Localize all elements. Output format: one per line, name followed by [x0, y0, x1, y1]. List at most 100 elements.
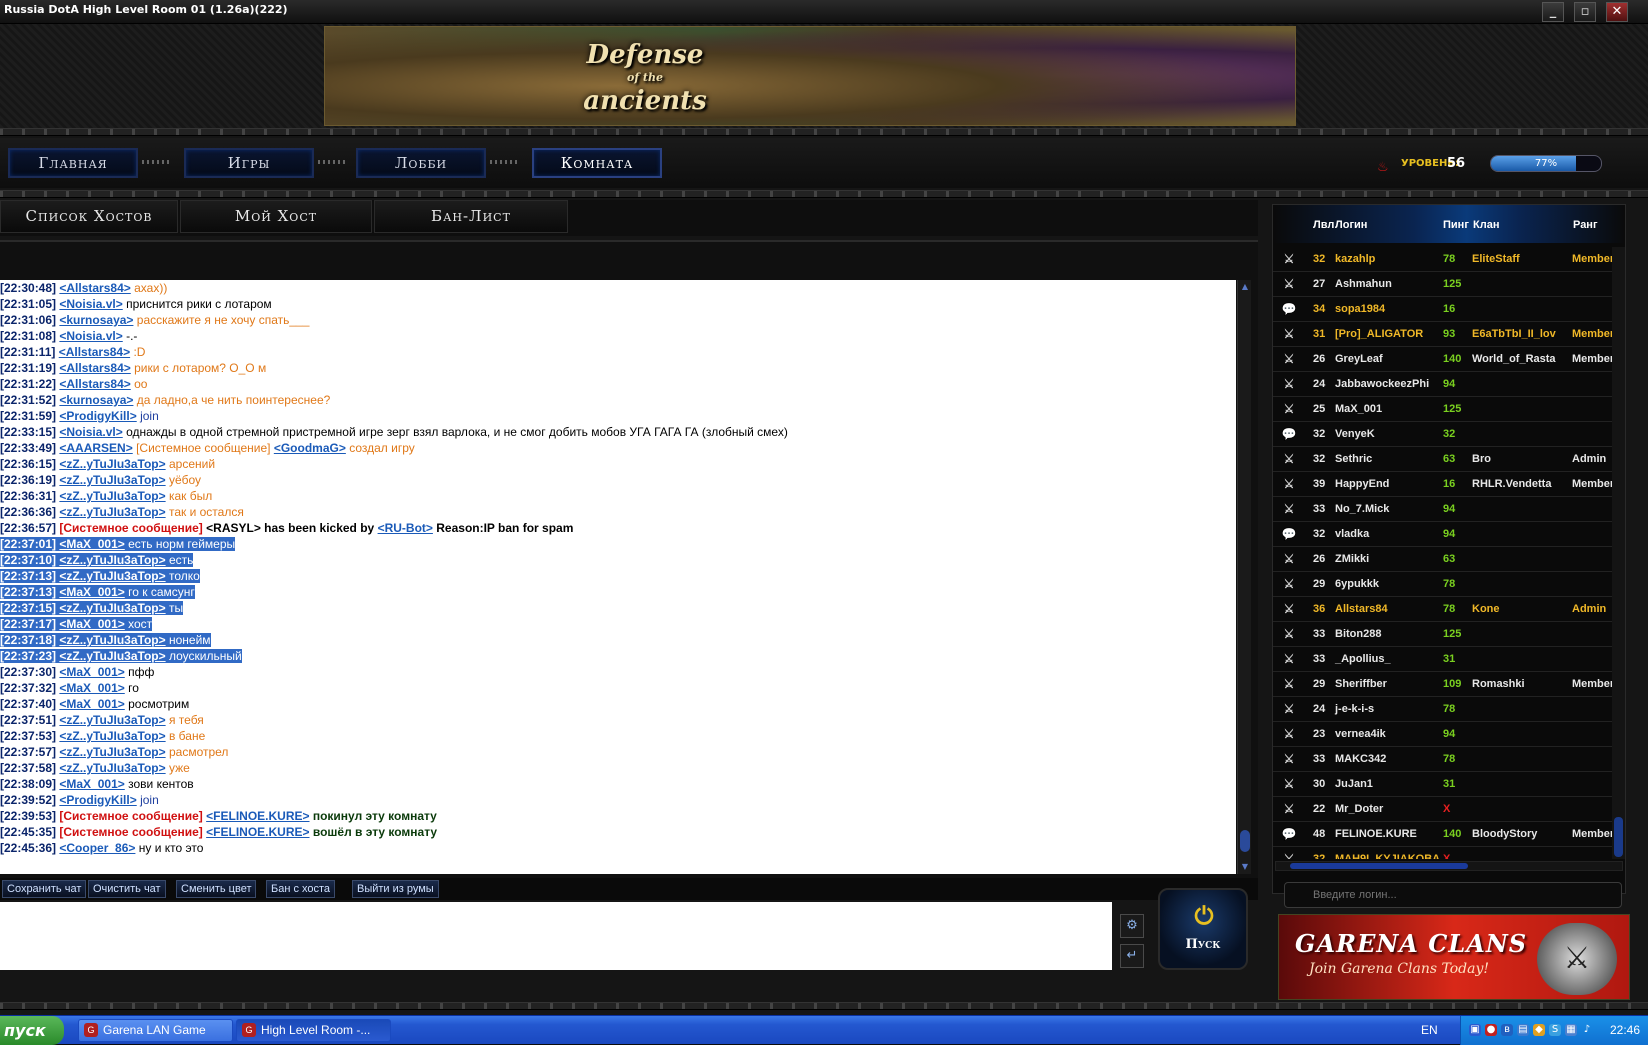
- player-row[interactable]: 💬 32 vladka 94: [1273, 522, 1625, 547]
- chat-input[interactable]: [0, 902, 1112, 970]
- chat-nick-link[interactable]: <zZ..yTuJIu3aTop>: [59, 745, 165, 759]
- shield-icon[interactable]: ◆: [1533, 1024, 1545, 1036]
- player-row[interactable]: ⚔ 29 Sheriffber 109 Romashki Member: [1273, 672, 1625, 697]
- player-row[interactable]: ⚔ 29 6ypukkk 78: [1273, 572, 1625, 597]
- monitor-icon[interactable]: ▤: [1517, 1024, 1529, 1036]
- player-row[interactable]: ⚔ 33 No_7.Mick 94: [1273, 497, 1625, 522]
- network-icon[interactable]: ▦: [1565, 1024, 1577, 1036]
- nav-room[interactable]: Комната: [532, 148, 662, 178]
- player-row[interactable]: ⚔ 39 HappyEnd 16 RHLR.Vendetta Member: [1273, 472, 1625, 497]
- start-button[interactable]: пуск: [0, 1016, 64, 1045]
- language-indicator[interactable]: EN: [1421, 1023, 1438, 1037]
- tab-my-host[interactable]: Мой Хост: [180, 200, 372, 233]
- nav-home[interactable]: Главная: [8, 148, 138, 178]
- player-row[interactable]: ⚔ 26 ZMikki 63: [1273, 547, 1625, 572]
- player-row[interactable]: ⚔ 24 JabbawockeezPhi 94: [1273, 372, 1625, 397]
- login-search-input[interactable]: [1284, 882, 1622, 908]
- settings-icon[interactable]: ⚙: [1120, 914, 1144, 938]
- player-list-hscrollbar[interactable]: [1275, 861, 1623, 871]
- player-row[interactable]: ⚔ 33 _Apollius_ 31: [1273, 647, 1625, 672]
- chat-nick-link[interactable]: <zZ..yTuJIu3aTop>: [59, 473, 165, 487]
- nav-games[interactable]: Игры: [184, 148, 314, 178]
- player-row[interactable]: ⚔ 32 kazahlp 78 EliteStaff Member: [1273, 247, 1625, 272]
- scroll-thumb[interactable]: [1240, 830, 1250, 852]
- chat-nick-link[interactable]: <MaX_001>: [59, 585, 124, 599]
- tab-host-list[interactable]: Список Хостов: [0, 200, 178, 233]
- chat-nick-link[interactable]: <Noisia.vl>: [59, 425, 122, 439]
- chat-nick-link[interactable]: <FELINOE.KURE>: [206, 809, 309, 823]
- chat-nick-link[interactable]: <zZ..yTuJIu3aTop>: [59, 569, 165, 583]
- player-row[interactable]: ⚔ 32 MAH9I_KYJIAKOBA X: [1273, 847, 1625, 859]
- chat-nick-link[interactable]: <AAARSEN>: [59, 441, 132, 455]
- player-row[interactable]: ⚔ 25 MaX_001 125: [1273, 397, 1625, 422]
- chat-nick-link[interactable]: <MaX_001>: [59, 537, 124, 551]
- skype-icon[interactable]: S: [1549, 1024, 1561, 1036]
- chat-nick-link[interactable]: <kurnosaya>: [59, 393, 133, 407]
- player-row[interactable]: ⚔ 23 vernea4ik 94: [1273, 722, 1625, 747]
- player-row[interactable]: ⚔ 33 Biton288 125: [1273, 622, 1625, 647]
- chat-nick-link[interactable]: <zZ..yTuJIu3aTop>: [59, 505, 165, 519]
- chat-nick-link[interactable]: <GoodmaG>: [274, 441, 346, 455]
- garena-tray-icon[interactable]: ●: [1485, 1024, 1497, 1036]
- bluetooth-icon[interactable]: ʙ: [1501, 1024, 1513, 1036]
- player-row[interactable]: ⚔ 32 Sethric 63 Bro Admin: [1273, 447, 1625, 472]
- chat-nick-link[interactable]: <Allstars84>: [59, 281, 130, 295]
- player-list[interactable]: ⚔ 32 kazahlp 78 EliteStaff Member ⚔ 27 Ashmahun 1…: [1273, 247, 1625, 859]
- scroll-thumb[interactable]: [1614, 817, 1623, 857]
- chat-nick-link[interactable]: <MaX_001>: [59, 681, 124, 695]
- tab-ban-list[interactable]: Бан-Лист: [374, 200, 568, 233]
- player-row[interactable]: ⚔ 36 Allstars84 78 Kone Admin: [1273, 597, 1625, 622]
- chat-nick-link[interactable]: <MaX_001>: [59, 697, 124, 711]
- chat-nick-link[interactable]: <RU-Bot>: [378, 521, 433, 535]
- chat-scrollbar[interactable]: ▲ ▼: [1237, 280, 1251, 874]
- player-row[interactable]: ⚔ 33 MAKC342 78: [1273, 747, 1625, 772]
- maximize-button[interactable]: ▫: [1574, 2, 1596, 22]
- chat-nick-link[interactable]: <MaX_001>: [59, 665, 124, 679]
- chat-nick-link[interactable]: <zZ..yTuJIu3aTop>: [59, 457, 165, 471]
- scroll-thumb[interactable]: [1290, 863, 1468, 869]
- network-icon[interactable]: ▣: [1469, 1024, 1481, 1036]
- player-row[interactable]: ⚔ 26 GreyLeaf 140 World_of_Rasta Member: [1273, 347, 1625, 372]
- chat-nick-link[interactable]: <zZ..yTuJIu3aTop>: [59, 649, 165, 663]
- player-row[interactable]: ⚔ 24 j-e-k-i-s 78: [1273, 697, 1625, 722]
- chat-nick-link[interactable]: <Allstars84>: [59, 377, 130, 391]
- chat-nick-link[interactable]: <ProdigyKill>: [59, 793, 136, 807]
- player-row[interactable]: 💬 48 FELINOE.KURE 140 BloodyStory Member: [1273, 822, 1625, 847]
- clear-chat-button[interactable]: Очистить чат: [88, 880, 166, 898]
- start-game-button[interactable]: ⏻ Пуск: [1158, 888, 1248, 970]
- chat-nick-link[interactable]: <Cooper_86>: [59, 841, 135, 855]
- chat-nick-link[interactable]: <zZ..yTuJIu3aTop>: [59, 713, 165, 727]
- chat-nick-link[interactable]: <zZ..yTuJIu3aTop>: [59, 601, 165, 615]
- leave-room-button[interactable]: Выйти из румы: [352, 880, 439, 898]
- chat-nick-link[interactable]: <Noisia.vl>: [59, 297, 122, 311]
- scroll-down-icon[interactable]: ▼: [1238, 860, 1252, 874]
- chat-nick-link[interactable]: <Allstars84>: [59, 361, 130, 375]
- chat-log[interactable]: [22:30:48] <Allstars84> ахах)) [22:31:05…: [0, 280, 1236, 874]
- chat-nick-link[interactable]: <kurnosaya>: [59, 313, 133, 327]
- nav-lobby[interactable]: Лобби: [356, 148, 486, 178]
- player-row[interactable]: 💬 34 sopa1984 16: [1273, 297, 1625, 322]
- enter-icon[interactable]: ↵: [1120, 944, 1144, 968]
- save-chat-button[interactable]: Сохранить чат: [2, 880, 87, 898]
- chat-nick-link[interactable]: <FELINOE.KURE>: [206, 825, 309, 839]
- taskbar-high-level-room[interactable]: G High Level Room -...: [236, 1019, 391, 1042]
- player-row[interactable]: ⚔ 31 [Pro]_ALIGATOR 93 E6aTbTbI_II_lov Member: [1273, 322, 1625, 347]
- player-list-scrollbar[interactable]: [1612, 247, 1625, 859]
- player-row[interactable]: ⚔ 22 Mr_Doter X: [1273, 797, 1625, 822]
- chat-nick-link[interactable]: <MaX_001>: [59, 777, 124, 791]
- volume-icon[interactable]: ♪: [1581, 1024, 1593, 1036]
- host-ban-button[interactable]: Бан с хоста: [266, 880, 336, 898]
- player-row[interactable]: ⚔ 27 Ashmahun 125: [1273, 272, 1625, 297]
- taskbar-garena-lan[interactable]: G Garena LAN Game: [78, 1019, 233, 1042]
- player-row[interactable]: ⚔ 30 JuJan1 31: [1273, 772, 1625, 797]
- close-button[interactable]: ✕: [1606, 2, 1628, 22]
- minimize-button[interactable]: _: [1542, 2, 1564, 22]
- chat-nick-link[interactable]: <zZ..yTuJIu3aTop>: [59, 729, 165, 743]
- chat-nick-link[interactable]: <ProdigyKill>: [59, 409, 136, 423]
- chat-nick-link[interactable]: <zZ..yTuJIu3aTop>: [59, 761, 165, 775]
- change-color-button[interactable]: Сменить цвет: [176, 880, 257, 898]
- chat-nick-link[interactable]: <zZ..yTuJIu3aTop>: [59, 553, 165, 567]
- player-row[interactable]: 💬 32 VenyeK 32: [1273, 422, 1625, 447]
- garena-clans-ad[interactable]: GARENA CLANS Join Garena Clans Today! ⚔: [1278, 914, 1630, 1000]
- chat-nick-link[interactable]: <zZ..yTuJIu3aTop>: [59, 633, 165, 647]
